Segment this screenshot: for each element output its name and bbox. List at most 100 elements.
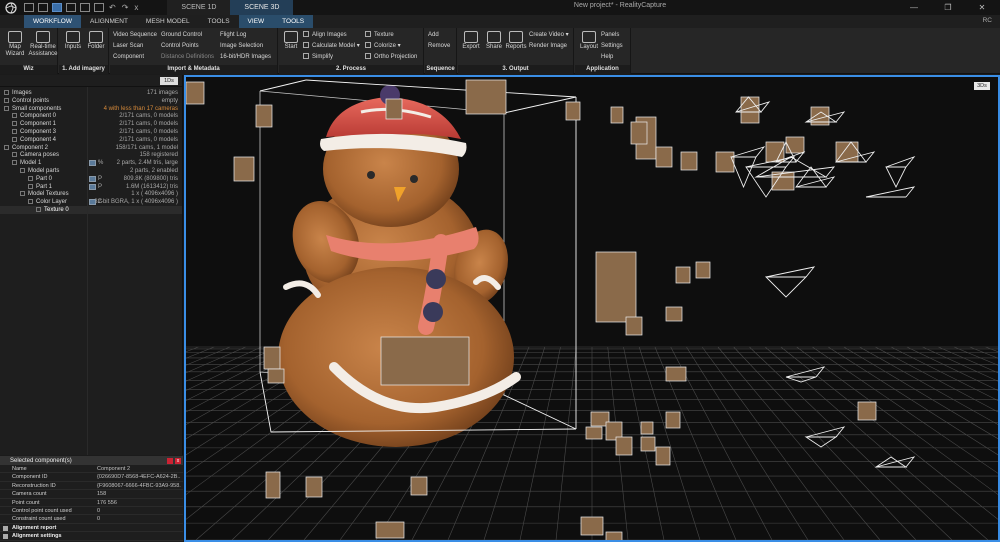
3d-scene[interactable] [186, 77, 998, 540]
texture-button[interactable]: Texture [365, 30, 394, 40]
expand-toggle-icon[interactable] [4, 144, 9, 150]
camera-frustum[interactable] [764, 266, 816, 298]
camera-thumbnail[interactable] [640, 436, 656, 452]
camera-thumbnail[interactable] [410, 476, 428, 496]
tree-row[interactable]: Small components 4 with less than 17 came… [0, 105, 182, 113]
layout-6-icon[interactable] [94, 3, 104, 12]
laser-scan-button[interactable]: Laser Scan [113, 41, 143, 51]
expand-toggle-icon[interactable] [4, 97, 9, 103]
tree-row[interactable]: Texture 0 [0, 206, 182, 214]
toggle-3d-button[interactable]: 3Ds [974, 82, 990, 90]
tab-scene-tools[interactable]: TOOLS [273, 15, 314, 28]
camera-thumbnail[interactable] [695, 261, 711, 279]
tree-column-divider[interactable] [87, 87, 88, 455]
tree-row[interactable]: Part 1 1.6M (1613412) tris P [0, 183, 182, 191]
panels-button[interactable]: Panels [601, 30, 619, 40]
expand-toggle-icon[interactable] [20, 168, 25, 173]
camera-thumbnail[interactable] [580, 516, 604, 536]
camera-thumbnail[interactable] [630, 121, 648, 145]
settings-button[interactable]: Settings [601, 41, 623, 51]
redo-icon[interactable]: ↷ [122, 3, 129, 12]
layout-4-icon[interactable] [66, 3, 76, 12]
camera-thumbnail[interactable] [680, 151, 698, 171]
expand-toggle-icon[interactable] [20, 191, 25, 197]
tab-mesh-model[interactable]: MESH MODEL [137, 15, 199, 28]
camera-thumbnail[interactable] [465, 79, 507, 115]
tree-row[interactable]: Component 4 2/171 cams, 0 models [0, 136, 182, 144]
folder-button[interactable]: Folder [85, 31, 107, 51]
camera-thumbnail[interactable] [585, 426, 603, 440]
layout-3-icon[interactable] [52, 3, 62, 12]
flight-log-button[interactable]: Flight Log [220, 30, 246, 40]
realtime-assistance-button[interactable]: Real-time Assistance [28, 31, 58, 58]
camera-thumbnail[interactable] [305, 476, 323, 498]
sequence-remove-button[interactable]: Remove [428, 41, 450, 51]
expand-toggle-icon[interactable] [12, 121, 17, 127]
camera-thumbnail[interactable] [785, 136, 805, 154]
tree-row[interactable]: Component 1 2/171 cams, 0 models [0, 120, 182, 128]
camera-thumbnail[interactable] [615, 436, 633, 456]
help-button[interactable]: Help [601, 52, 613, 62]
sequence-add-button[interactable]: Add [428, 30, 439, 40]
camera-thumbnail[interactable] [675, 266, 691, 284]
camera-thumbnail[interactable] [186, 81, 205, 105]
app-logo-icon[interactable] [0, 0, 22, 15]
simplify-button[interactable]: Simplify [303, 52, 333, 62]
camera-thumbnail[interactable] [385, 98, 403, 120]
property-row[interactable]: Camera count 158 [0, 490, 183, 499]
expand-toggle-icon[interactable] [28, 199, 33, 205]
property-row[interactable]: Constraint count used 0 [0, 515, 183, 524]
inputs-button[interactable]: Inputs [62, 31, 84, 51]
camera-thumbnail[interactable] [625, 316, 643, 336]
video-sequence-button[interactable]: Video Sequence [113, 30, 157, 40]
expand-toggle-icon[interactable] [36, 207, 41, 212]
export-button[interactable]: Export [460, 31, 482, 51]
maximize-button[interactable]: ❐ [931, 0, 965, 15]
expand-toggle-icon[interactable] [4, 90, 9, 95]
tree-row[interactable]: Camera poses 158 registered [0, 151, 182, 159]
tree-row[interactable]: Control points empty [0, 97, 182, 105]
camera-thumbnail[interactable] [255, 104, 273, 128]
camera-thumbnail[interactable] [565, 101, 581, 121]
calculate-model-button[interactable]: Calculate Model ▾ [303, 41, 360, 51]
tab-tools[interactable]: TOOLS [199, 15, 239, 28]
expand-toggle-icon[interactable] [4, 105, 9, 111]
align-images-button[interactable]: Align Images [303, 30, 347, 40]
expand-toggle-icon[interactable] [12, 136, 17, 142]
panel-close-button[interactable]: x [175, 458, 181, 464]
property-row[interactable]: Name Component 2 [0, 465, 183, 474]
expand-toggle-icon[interactable] [28, 183, 33, 189]
camera-thumbnail[interactable] [857, 401, 877, 421]
camera-thumbnail[interactable] [715, 151, 735, 173]
tree-row[interactable]: Component 3 2/171 cams, 0 models [0, 128, 182, 136]
expand-icon[interactable] [3, 534, 8, 540]
property-row[interactable]: Point count 176 556 [0, 499, 183, 507]
camera-thumbnail[interactable] [665, 306, 683, 322]
camera-thumbnail[interactable] [263, 346, 281, 370]
camera-thumbnail[interactable] [610, 106, 624, 124]
reports-button[interactable]: Reports [505, 31, 527, 51]
tab-view[interactable]: VIEW [238, 15, 274, 28]
layout-button[interactable]: Layout [577, 31, 601, 51]
property-row[interactable]: Control point count used 0 [0, 507, 183, 516]
tree-row[interactable]: Model 1 2 parts, 2.4M tris, large% [0, 159, 182, 167]
camera-frustums[interactable] [186, 79, 916, 540]
property-section[interactable]: Alignment report [0, 524, 183, 533]
render-image-button[interactable]: Render Image [529, 41, 567, 51]
control-points-button[interactable]: Control Points [161, 41, 199, 51]
layout-1-icon[interactable] [24, 3, 34, 12]
expand-toggle-icon[interactable] [12, 129, 17, 134]
pin-icon[interactable] [167, 458, 173, 464]
camera-thumbnail[interactable] [605, 531, 623, 540]
property-section[interactable]: Alignment settings [0, 532, 183, 541]
tree-row[interactable]: Color Layer 32-bit BGRA, 1 x ( 4096x4096 … [0, 198, 182, 206]
tab-scene-3d[interactable]: SCENE 3D [230, 0, 294, 15]
camera-thumbnail[interactable] [655, 146, 673, 168]
tab-alignment[interactable]: ALIGNMENT [81, 15, 137, 28]
layout-2-icon[interactable] [38, 3, 48, 12]
camera-frustum[interactable] [885, 156, 916, 189]
camera-thumbnail[interactable] [233, 156, 255, 182]
camera-frustum[interactable] [865, 186, 916, 198]
tree-row[interactable]: Model Textures 1 x ( 4096x4096 ) [0, 190, 182, 198]
layout-5-icon[interactable] [80, 3, 90, 12]
